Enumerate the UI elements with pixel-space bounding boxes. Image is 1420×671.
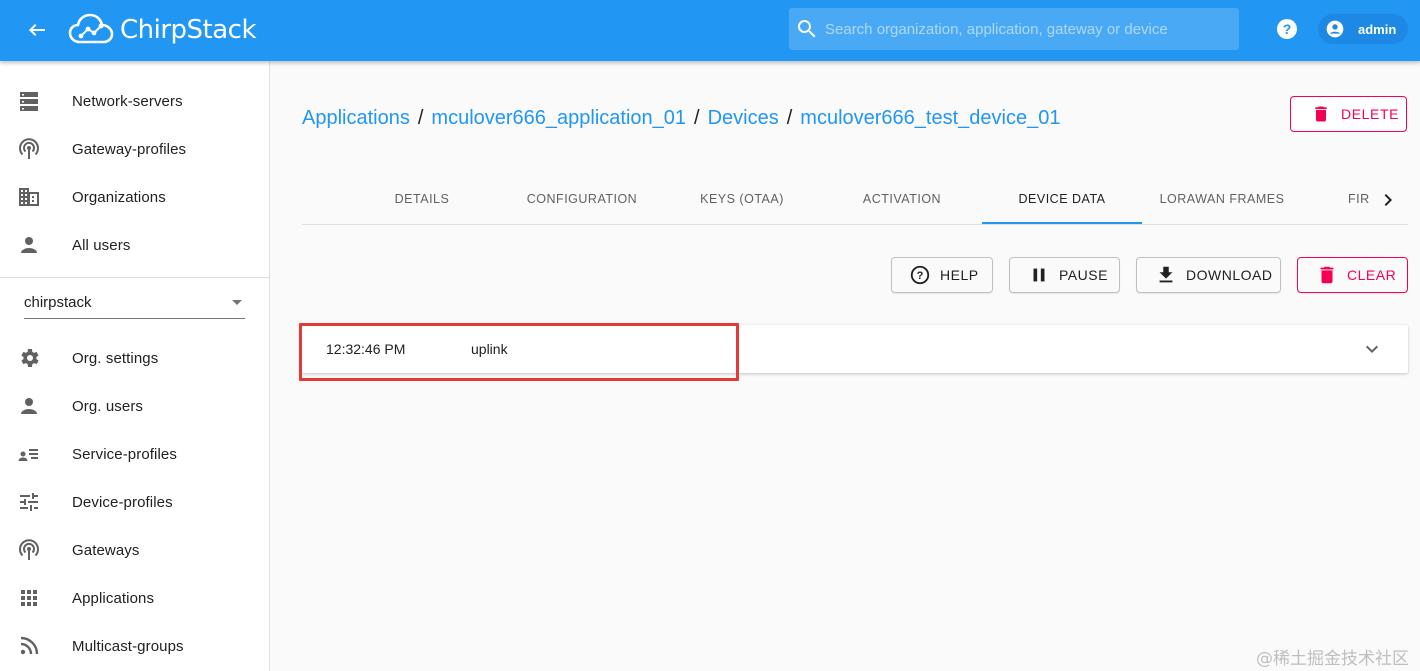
search-icon	[797, 20, 816, 38]
breadcrumb-application-link[interactable]: mculover666_application_01	[431, 107, 686, 129]
account-circle-icon	[1326, 20, 1344, 38]
top-app-bar: ChirpStack ? admin	[0, 0, 1420, 61]
organization-select-value: chirpstack	[24, 294, 92, 311]
sidebar-item-label: Service-profiles	[72, 445, 177, 463]
tab-lorawan-frames[interactable]: LORAWAN FRAMES	[1142, 175, 1302, 223]
download-button-label: DOWNLOAD	[1186, 267, 1273, 283]
tab-configuration[interactable]: CONFIGURATION	[502, 175, 662, 223]
sidebar-item-label: Gateways	[72, 541, 140, 559]
help-circle-outline-icon: ?	[910, 265, 930, 285]
delete-button-label: DELETE	[1341, 106, 1400, 122]
sidebar-item-organizations[interactable]: Organizations	[0, 173, 269, 221]
clear-button[interactable]: CLEAR	[1297, 257, 1408, 293]
user-name: admin	[1358, 21, 1397, 37]
sidebar-item-network-servers[interactable]: Network-servers	[0, 77, 269, 125]
active-tab-indicator	[982, 222, 1142, 224]
event-timestamp: 12:32:46 PM	[326, 341, 406, 357]
watermark-text: @稀土掘金技术社区	[1256, 649, 1409, 669]
arrow-left-icon	[29, 24, 45, 36]
tune-icon	[20, 493, 38, 511]
sidebar-item-all-users[interactable]: All users	[0, 221, 269, 269]
pause-icon	[1033, 268, 1045, 282]
gear-icon	[21, 349, 39, 367]
chevron-right-icon[interactable]	[1376, 188, 1400, 212]
pause-button-label: PAUSE	[1059, 267, 1108, 283]
breadcrumb-separator: /	[417, 107, 424, 129]
breadcrumb-device-link[interactable]: mculover666_test_device_01	[800, 107, 1060, 129]
broadcast-icon	[19, 539, 39, 560]
building-icon	[19, 188, 39, 206]
chirpstack-logo[interactable]: ChirpStack	[68, 10, 257, 50]
trash-icon	[1315, 106, 1327, 122]
device-data-row[interactable]: 12:32:46 PM uplink	[302, 325, 1408, 373]
person-icon	[21, 398, 37, 414]
search-input[interactable]	[825, 8, 1230, 50]
logo-text: ChirpStack	[120, 15, 257, 45]
sidebar-item-gateway-profiles[interactable]: Gateway-profiles	[0, 125, 269, 173]
svg-text:?: ?	[1283, 21, 1292, 37]
server-icon	[20, 92, 38, 111]
sidebar-item-org-users[interactable]: Org. users	[0, 382, 269, 430]
sidebar-item-label: Org. users	[72, 397, 144, 415]
breadcrumb: Applications / mculover666_application_01 /…	[302, 107, 1060, 130]
sidebar-item-gateways[interactable]: Gateways	[0, 526, 269, 574]
sidebar-item-multicast-groups[interactable]: Multicast-groups	[0, 622, 269, 670]
breadcrumb-applications-link[interactable]: Applications	[302, 107, 410, 129]
help-icon[interactable]: ?	[1275, 17, 1299, 41]
cloud-logo-icon	[68, 13, 114, 44]
tab-details[interactable]: DETAILS	[342, 175, 502, 223]
svg-text:?: ?	[917, 270, 924, 282]
sidebar-item-applications[interactable]: Applications	[0, 574, 269, 622]
sidebar-item-label: All users	[72, 236, 131, 254]
search-bar[interactable]	[789, 8, 1239, 50]
list-person-icon	[18, 449, 38, 461]
breadcrumb-separator: /	[786, 107, 793, 129]
sidebar-item-label: Organizations	[72, 188, 166, 206]
tab-activation[interactable]: ACTIVATION	[822, 175, 982, 223]
tab-device-data[interactable]: DEVICE DATA	[982, 175, 1142, 223]
sidebar: Network-servers Gateway-profiles Organiz…	[0, 61, 270, 671]
pause-button[interactable]: PAUSE	[1009, 257, 1120, 293]
trash-icon	[1320, 266, 1334, 284]
sidebar-item-label: Network-servers	[72, 92, 183, 110]
download-button[interactable]: DOWNLOAD	[1136, 257, 1281, 293]
breadcrumb-separator: /	[694, 107, 700, 129]
help-button-label: HELP	[940, 267, 979, 283]
sidebar-item-label: Org. settings	[72, 349, 159, 367]
sidebar-divider	[0, 277, 269, 278]
chevron-down-icon	[232, 300, 242, 305]
sidebar-item-label: Gateway-profiles	[72, 140, 187, 158]
sidebar-item-label: Applications	[72, 589, 155, 607]
sidebar-item-label: Device-profiles	[72, 493, 173, 511]
delete-device-button[interactable]: DELETE	[1290, 96, 1407, 132]
rss-icon	[20, 636, 39, 655]
sidebar-item-device-profiles[interactable]: Device-profiles	[0, 478, 269, 526]
apps-grid-icon	[21, 590, 37, 606]
device-tabs: DETAILS CONFIGURATION KEYS (OTAA) ACTIVA…	[302, 175, 1408, 225]
broadcast-icon	[19, 138, 39, 159]
tab-keys-otaa[interactable]: KEYS (OTAA)	[662, 175, 822, 223]
person-icon	[21, 237, 37, 253]
sidebar-item-service-profiles[interactable]: Service-profiles	[0, 430, 269, 478]
clear-button-label: CLEAR	[1347, 267, 1397, 283]
sidebar-item-label: Multicast-groups	[72, 637, 184, 655]
organization-select[interactable]: chirpstack	[24, 287, 245, 319]
download-icon	[1159, 266, 1173, 283]
sidebar-item-org-settings[interactable]: Org. settings	[0, 334, 269, 382]
user-menu-chip[interactable]: admin	[1318, 14, 1408, 44]
collapse-menu-button[interactable]	[22, 16, 50, 44]
help-button[interactable]: ? HELP	[891, 257, 993, 293]
expand-more-icon[interactable]	[1360, 337, 1384, 361]
event-type: uplink	[471, 341, 508, 357]
breadcrumb-devices-link[interactable]: Devices	[708, 107, 779, 129]
